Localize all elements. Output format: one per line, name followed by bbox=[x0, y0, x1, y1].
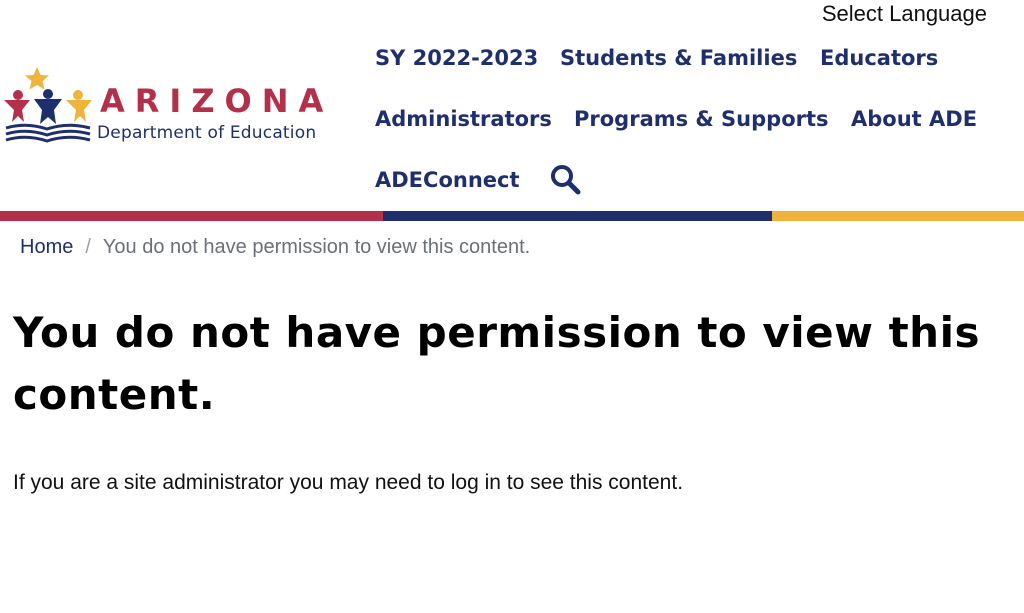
page-title: You do not have permission to view this … bbox=[13, 308, 980, 419]
divider-red bbox=[0, 211, 383, 221]
nav-about-ade[interactable]: About ADE bbox=[851, 107, 977, 131]
nav-sy-2022-2023[interactable]: SY 2022-2023 bbox=[375, 46, 538, 70]
nav-adeconnect[interactable]: ADEConnect bbox=[375, 168, 520, 192]
divider-gold bbox=[772, 211, 1024, 221]
search-button[interactable] bbox=[549, 163, 581, 200]
breadcrumb: Home / You do not have permission to view … bbox=[20, 236, 530, 259]
logo-subtitle: Department of Education bbox=[97, 123, 317, 143]
logo-title: ARIZONA bbox=[100, 82, 334, 120]
site-logo[interactable]: ARIZONA Department of Education bbox=[0, 64, 340, 149]
nav-students-families[interactable]: Students & Families bbox=[560, 46, 797, 70]
search-icon bbox=[551, 165, 581, 195]
breadcrumb-home-link[interactable]: Home bbox=[20, 236, 73, 258]
breadcrumb-separator: / bbox=[85, 236, 91, 258]
nav-educators[interactable]: Educators bbox=[820, 46, 938, 70]
nav-programs-supports[interactable]: Programs & Supports bbox=[574, 107, 829, 131]
breadcrumb-current: You do not have permission to view this … bbox=[102, 236, 531, 258]
permission-message: If you are a site administrator you may … bbox=[13, 471, 684, 494]
nav-administrators[interactable]: Administrators bbox=[375, 107, 552, 131]
main-navigation: SY 2022-2023 Students & Families Educato… bbox=[375, 0, 1015, 210]
logo-figures-icon bbox=[4, 67, 92, 143]
divider-navy bbox=[383, 211, 772, 221]
